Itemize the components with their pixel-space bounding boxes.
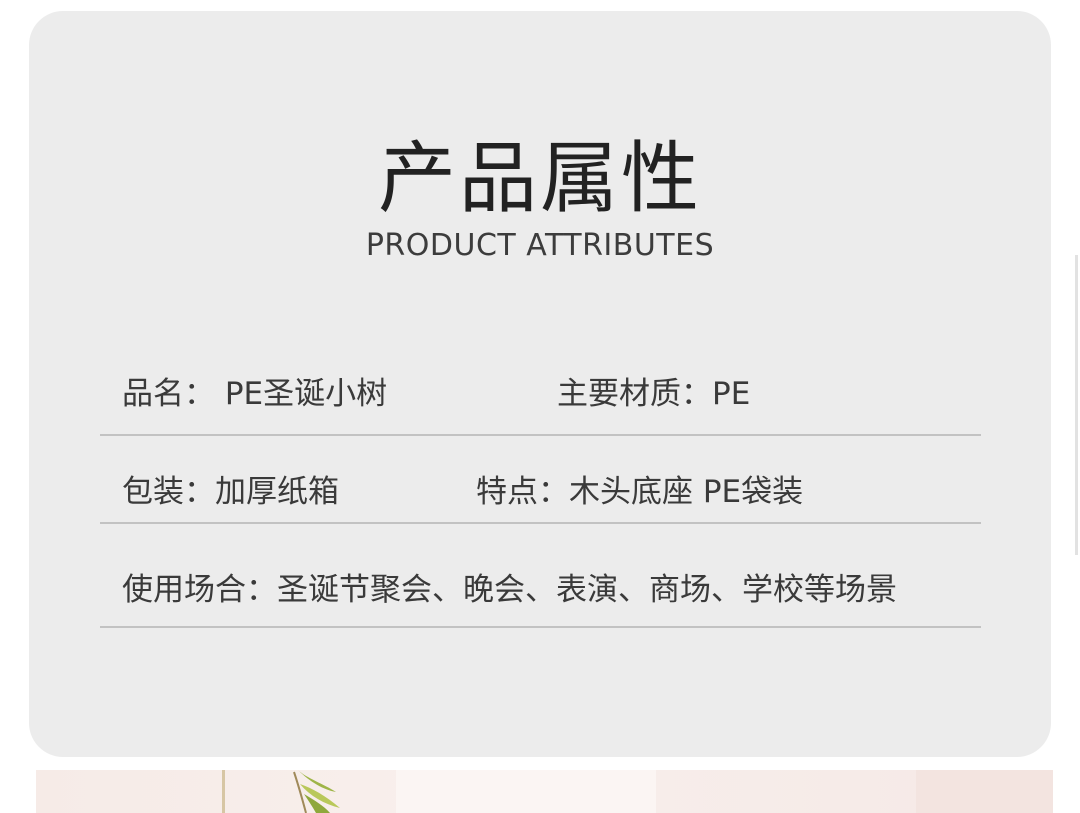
row-divider [100,434,981,436]
attribute-usage: 使用场合：圣诞节聚会、晚会、表演、商场、学校等场景 [122,572,897,608]
page-title: 产品属性 [377,134,702,224]
stem-decoration [222,770,225,813]
leaf-icon [293,770,340,813]
attribute-product-name: 品名： PE圣诞小树 [122,376,388,412]
product-photo-strip [36,770,1053,813]
attribute-packaging: 包装：加厚纸箱 [122,474,339,510]
attribute-features: 特点：木头底座 PE袋装 [476,474,804,510]
row-divider [100,522,981,524]
row-divider [100,626,981,628]
attribute-main-material: 主要材质：PE [557,376,751,412]
page-subtitle: PRODUCT ATTRIBUTES [365,228,715,263]
edge-line [1075,255,1078,555]
